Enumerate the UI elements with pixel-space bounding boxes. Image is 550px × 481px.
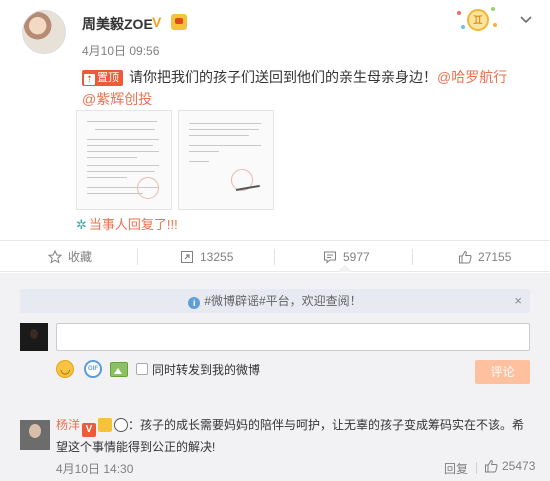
verified-badge[interactable]: V xyxy=(82,423,97,437)
mention-link[interactable]: @紫辉创投 xyxy=(82,91,152,107)
comment-panel: i#微博辟谣#平台，欢迎查阅！ × GIF 同时转发到我的微博 评论 杨洋V：孩… xyxy=(0,273,550,481)
comment-body: 杨洋 V ：孩子的成长需要妈妈的陪伴与呵护，让无辜的孩子变成筹码实在不该。希望这个事… xyxy=(56,418,525,454)
comment-time: 4月10日 14:30 xyxy=(56,462,134,476)
reply-indicator-icon: ✲ xyxy=(76,217,87,232)
comment-reply-button[interactable]: 回复 xyxy=(444,460,468,477)
reply-note-link[interactable]: ✲ 当事人回复了!!! xyxy=(76,214,178,233)
forward-checkbox[interactable] xyxy=(136,363,148,375)
pin-icon: ⇡ xyxy=(84,74,95,85)
submit-comment-button[interactable]: 评论 xyxy=(475,360,530,384)
like-button[interactable]: 27155 xyxy=(458,241,511,273)
post-username[interactable]: 周美毅ZOE xyxy=(82,14,153,34)
repost-button[interactable]: 13255 xyxy=(180,241,233,273)
gif-icon[interactable]: GIF xyxy=(84,360,102,378)
zodiac-gemini-icon: ♊ xyxy=(455,5,497,33)
chevron-down-icon[interactable] xyxy=(518,14,534,26)
thumbs-up-icon xyxy=(459,250,472,264)
divider xyxy=(476,462,477,474)
post-avatar[interactable] xyxy=(22,10,66,54)
favorite-button[interactable]: 收藏 xyxy=(47,241,92,273)
repost-icon xyxy=(181,251,193,263)
post-content: ⇡ 置顶 请你把我们的孩子们送回到他们的亲生母亲身边！@哈罗航行 @紫辉创投 xyxy=(82,66,512,110)
member-crown-badge[interactable] xyxy=(171,14,187,30)
rumor-notice-bar[interactable]: i #微博辟谣#平台，欢迎查阅！ × xyxy=(20,289,530,313)
post-image-document-2[interactable] xyxy=(178,110,274,210)
mention-link[interactable]: @哈罗航行 xyxy=(437,69,507,85)
image-icon[interactable] xyxy=(110,362,128,377)
close-icon[interactable]: × xyxy=(514,289,522,313)
forward-checkbox-label[interactable]: 同时转发到我的微博 xyxy=(152,361,260,378)
comment-username[interactable]: 杨洋 xyxy=(56,418,80,432)
comment-avatar[interactable] xyxy=(20,420,50,450)
current-user-avatar xyxy=(20,323,48,351)
thumbs-up-icon xyxy=(485,459,498,473)
panda-icon xyxy=(114,418,129,432)
weibo-post: 周美毅ZOE V 4月10日 09:56 ♊ ⇡ 置顶 请你把我们的孩子们送回到他们… xyxy=(0,0,550,240)
post-text: 请你把我们的孩子们送回到他们的亲生母亲身边！ xyxy=(129,69,437,85)
info-icon: i xyxy=(188,297,201,309)
emoji-icon[interactable] xyxy=(56,360,74,378)
verified-badge[interactable]: V xyxy=(152,14,168,30)
pin-badge: ⇡ 置顶 xyxy=(82,70,123,86)
post-image-document-1[interactable] xyxy=(76,110,172,210)
comment-panel-caret xyxy=(338,265,352,272)
post-action-bar: 收藏 13255 5977 27155 xyxy=(0,240,550,272)
star-icon xyxy=(47,249,63,264)
notice-text[interactable]: #微博辟谣#平台，欢迎查阅！ xyxy=(204,294,361,308)
member-crown-badge[interactable] xyxy=(98,418,113,432)
comment-icon xyxy=(324,251,336,264)
post-time[interactable]: 4月10日 09:56 xyxy=(82,42,159,59)
comment-like-button[interactable]: 25473 xyxy=(484,459,535,473)
comment-input[interactable] xyxy=(56,323,530,351)
